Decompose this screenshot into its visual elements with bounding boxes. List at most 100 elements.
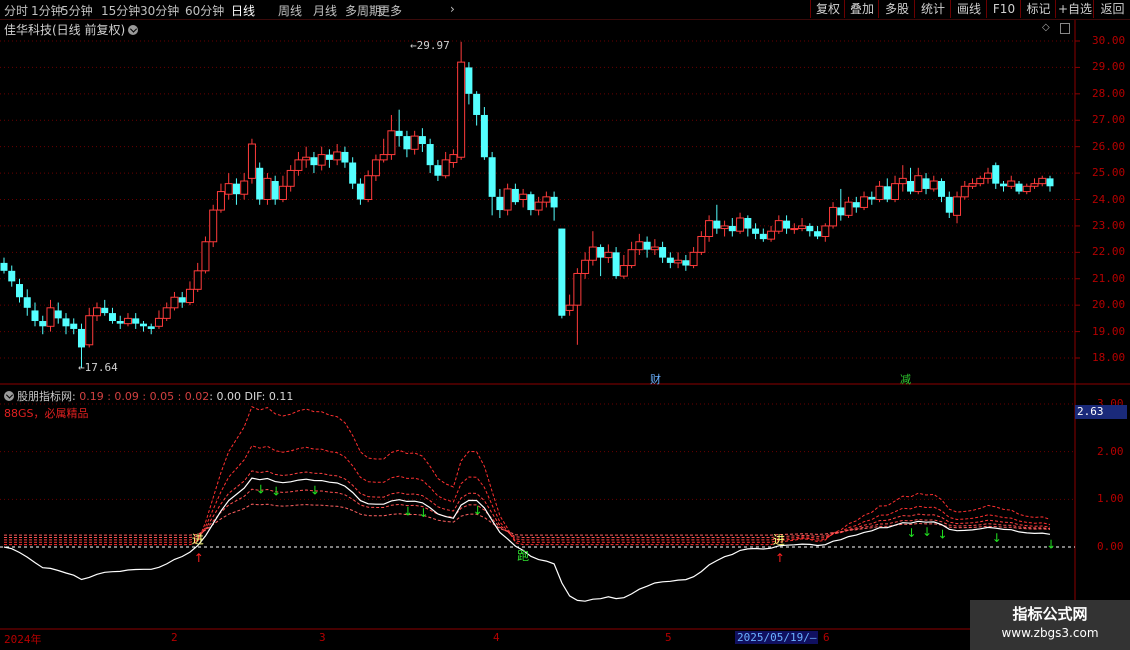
candle-body (310, 157, 318, 166)
down-arrow-icon: ↓ (310, 483, 320, 497)
time-label-apr: 4 (493, 631, 500, 644)
candle-body (201, 241, 210, 272)
reduce-marker[interactable]: 减 (900, 371, 911, 387)
candle-body (759, 233, 767, 240)
indicator-band-line (4, 470, 1051, 541)
high-price-label: ←29.97 (410, 39, 450, 52)
candle-body (15, 284, 23, 298)
candle-body (1046, 178, 1054, 187)
candle-body (814, 231, 822, 237)
candle-body (92, 307, 101, 317)
current-value-tag: 2.63 (1075, 405, 1127, 419)
candle-body (232, 183, 240, 195)
candle-body (116, 321, 124, 324)
candle-body (224, 183, 233, 195)
candle-body (317, 154, 326, 166)
candle-body (271, 181, 279, 200)
time-label-year: 2024年 (4, 633, 42, 646)
down-arrow-icon: ↓ (418, 506, 428, 520)
down-arrow-icon: ↓ (473, 504, 483, 518)
candle-body (1038, 177, 1047, 185)
candle-body (162, 307, 171, 319)
chevron-down-icon[interactable] (4, 391, 14, 401)
finance-marker[interactable]: 财 (650, 371, 661, 387)
candle-body (139, 323, 147, 327)
candle-body (31, 310, 39, 322)
candle-body (581, 259, 590, 274)
candle-body (627, 249, 636, 267)
candle-body (612, 252, 620, 277)
candle-body (170, 296, 179, 309)
candle-body (418, 136, 426, 145)
candle-body (852, 202, 860, 208)
candle-body (395, 130, 403, 137)
indicator-tick-label: 2.00 (1097, 444, 1124, 458)
candle-body (154, 317, 163, 327)
candle-body (953, 196, 962, 216)
candle-body (922, 178, 930, 189)
indicator-tick-label: 0.00 (1097, 540, 1124, 553)
candle-body (752, 228, 760, 234)
price-tick-label: 28.00 (1092, 86, 1126, 100)
candle-body (511, 188, 519, 203)
candle-body (364, 175, 373, 201)
indicator-title[interactable]: 股朋指标网: 0.19 : 0.09 : 0.05 : 0.02: 0.00 D… (4, 388, 293, 404)
buy-signal-label: 进 (773, 533, 785, 547)
candle-body (108, 313, 116, 322)
indicator-name: 股朋指标网 (17, 390, 72, 403)
candle-body (1000, 183, 1008, 187)
candle-body (550, 196, 558, 208)
indicator-values: 0.19 : 0.09 : 0.05 : 0.02 (79, 390, 210, 403)
candle-body (185, 288, 194, 304)
candle-body (682, 260, 690, 266)
candle-body (147, 326, 155, 329)
time-label-feb: 2 (171, 631, 178, 644)
candle-body (473, 93, 481, 115)
candle-body (193, 270, 202, 290)
candle-body (643, 241, 651, 250)
price-tick-label: 20.00 (1092, 298, 1126, 312)
down-arrow-icon: ↓ (907, 526, 917, 540)
price-tick-label: 25.00 (1092, 166, 1126, 180)
candle-body (976, 177, 985, 185)
candle-body (1007, 180, 1016, 187)
candle-body (697, 235, 706, 253)
candle-body (713, 220, 721, 229)
price-tick-label: 29.00 (1092, 60, 1126, 74)
run-signal-label: 跑 (517, 549, 529, 563)
up-arrow-icon: ↑ (775, 551, 785, 565)
candle-body (496, 196, 504, 211)
candle-body (744, 217, 752, 229)
candle-body (387, 130, 396, 156)
candle-body (426, 144, 434, 166)
candle-body (85, 315, 94, 346)
price-tick-label: 23.00 (1092, 218, 1126, 232)
candle-body (929, 180, 938, 190)
candle-body (379, 154, 388, 161)
candle-body (945, 196, 953, 213)
price-tick-label: 30.00 (1092, 34, 1126, 47)
candle-body (349, 162, 357, 184)
candle-body (8, 270, 16, 282)
indicator-subtitle: 88GS，必属精品 (4, 407, 89, 420)
candle-body (488, 157, 496, 197)
candle-body (101, 307, 109, 314)
candle-body (503, 188, 512, 211)
candle-body (720, 225, 729, 230)
down-arrow-icon: ↓ (938, 527, 948, 541)
candle-body (666, 257, 674, 263)
watermark-title: 指标公式网 (1012, 605, 1088, 623)
price-tick-label: 27.00 (1092, 113, 1126, 127)
candle-body (907, 181, 915, 192)
candle-body (286, 169, 295, 187)
candle-body (938, 181, 946, 197)
candle-body (457, 61, 466, 158)
candle-body (565, 304, 574, 311)
cursor-date: 2025/05/19/— (735, 631, 819, 644)
price-tick-label: 24.00 (1092, 192, 1126, 206)
candle-body (519, 193, 528, 200)
down-arrow-icon: ↓ (403, 504, 413, 518)
candle-body (968, 183, 977, 187)
candle-body (527, 194, 535, 211)
candle-body (588, 246, 597, 261)
